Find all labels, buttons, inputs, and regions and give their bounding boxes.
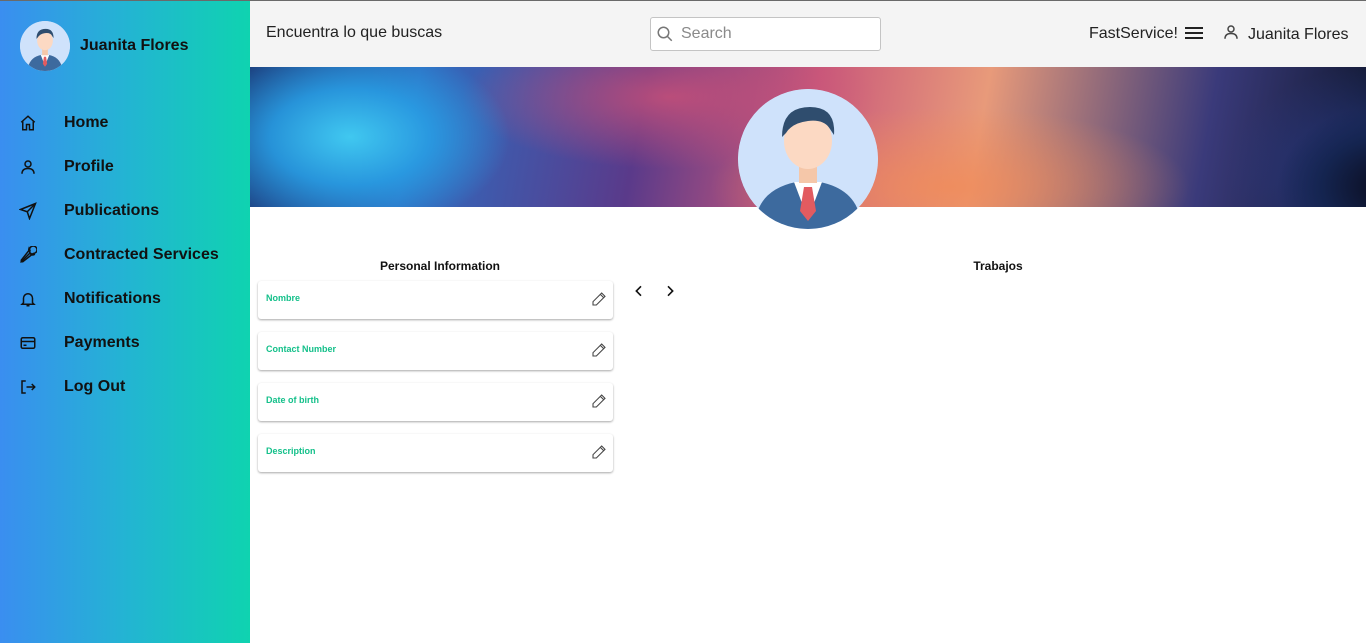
brand-name: FastService! (1089, 25, 1178, 42)
personal-information-title: Personal Information (379, 259, 501, 273)
credit-card-icon (18, 333, 38, 353)
sidebar-item-label: Publications (64, 202, 160, 219)
field-card-name: Nombre (258, 281, 613, 319)
sidebar-user-name: Juanita Flores (80, 37, 189, 54)
user-icon (18, 157, 38, 177)
profile-avatar (738, 89, 878, 229)
pencil-icon[interactable] (591, 291, 607, 307)
sidebar-item-contracted-services[interactable]: Contracted Services (0, 233, 250, 277)
field-card-date-of-birth: Date of birth (258, 383, 613, 421)
user-icon (1222, 23, 1240, 46)
sidebar-item-notifications[interactable]: Notifications (0, 277, 250, 321)
sidebar-item-publications[interactable]: Publications (0, 189, 250, 233)
sidebar-item-label: Notifications (64, 290, 161, 307)
sidebar-user: Juanita Flores (20, 21, 188, 71)
field-label: Description (266, 446, 316, 456)
sidebar-item-profile[interactable]: Profile (0, 145, 250, 189)
header-tagline: Encuentra lo que buscas (266, 24, 443, 41)
field-label: Date of birth (266, 395, 319, 405)
sidebar-item-label: Profile (64, 158, 114, 175)
pencil-icon[interactable] (591, 393, 607, 409)
header-user-name: Juanita Flores (1248, 25, 1349, 43)
chevron-left-icon[interactable] (631, 283, 647, 299)
sidebar-item-home[interactable]: Home (0, 101, 250, 145)
field-card-contact-number: Contact Number (258, 332, 613, 370)
header-user-menu[interactable]: Juanita Flores (1222, 23, 1349, 46)
sidebar-item-label: Log Out (64, 378, 126, 395)
avatar (20, 21, 70, 71)
jobs-title: Trabajos (973, 259, 1023, 273)
wrench-icon (18, 245, 38, 265)
sidebar-item-payments[interactable]: Payments (0, 321, 250, 365)
bell-icon (18, 289, 38, 309)
avatar-illustration-icon (738, 89, 878, 229)
sidebar-item-label: Home (64, 114, 109, 131)
chevron-right-icon[interactable] (662, 283, 678, 299)
sidebar-item-label: Payments (64, 334, 140, 351)
sidebar-item-logout[interactable]: Log Out (0, 365, 250, 409)
sidebar-nav: Home Profile Publications Contracted Ser… (0, 101, 250, 409)
sidebar: Juanita Flores Home Profile Publications… (0, 0, 250, 643)
home-icon (18, 113, 38, 133)
pencil-icon[interactable] (591, 444, 607, 460)
sidebar-item-label: Contracted Services (64, 246, 219, 263)
top-header: Encuentra lo que buscas FastService! Jua… (250, 0, 1366, 67)
search-icon (655, 24, 675, 44)
search-input[interactable] (681, 25, 871, 43)
search-box[interactable] (650, 17, 881, 51)
send-icon (18, 201, 38, 221)
avatar-illustration-icon (20, 21, 70, 71)
field-card-description: Description (258, 434, 613, 472)
hamburger-menu-icon[interactable] (1185, 25, 1205, 43)
logout-icon (18, 377, 38, 397)
pencil-icon[interactable] (591, 342, 607, 358)
field-label: Contact Number (266, 344, 337, 354)
field-label: Nombre (266, 293, 301, 303)
